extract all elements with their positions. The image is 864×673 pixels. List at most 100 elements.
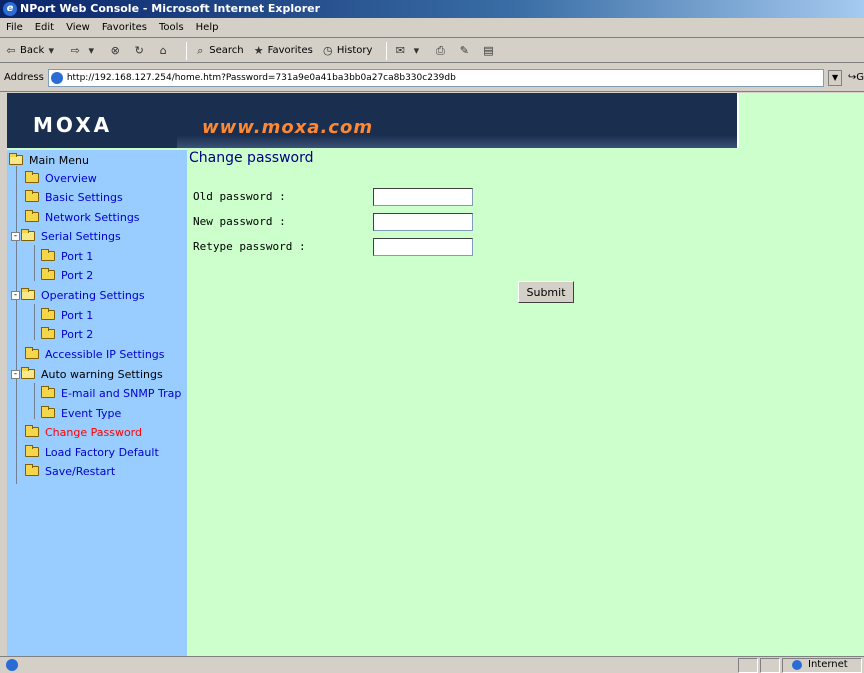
status-bar: Internet	[0, 656, 864, 673]
toolbar-separator	[386, 41, 388, 60]
sidebar-item-label[interactable]: Serial Settings	[41, 230, 121, 243]
sidebar-item-serial-port-2[interactable]: Port 2	[41, 266, 93, 284]
favorites-button[interactable]: ★ Favorites	[252, 44, 313, 58]
folder-icon	[41, 406, 55, 418]
old-password-input[interactable]	[373, 188, 473, 206]
retype-password-input[interactable]	[373, 238, 473, 256]
menu-view[interactable]: View	[66, 22, 90, 33]
search-icon: ⌕	[197, 43, 204, 57]
mail-icon: ✉	[395, 43, 405, 57]
sidebar-item-serial-port-1[interactable]: Port 1	[41, 247, 93, 265]
tree-line	[34, 304, 35, 340]
moxa-logo: MOXA	[33, 113, 113, 137]
back-label: Back	[20, 45, 45, 56]
sidebar-item-operating-port-1[interactable]: Port 1	[41, 306, 93, 324]
discuss-button[interactable]: ▤	[481, 44, 497, 58]
toolbar-separator	[186, 41, 188, 60]
sidebar-item-change-password[interactable]: Change Password	[25, 423, 142, 441]
sidebar-item-basic-settings[interactable]: Basic Settings	[25, 188, 123, 206]
sidebar-item-network-settings[interactable]: Network Settings	[25, 208, 140, 226]
history-button[interactable]: ◷ History	[321, 44, 372, 58]
favorites-icon: ★	[253, 43, 264, 57]
go-button[interactable]: ↪G	[848, 72, 864, 83]
collapse-icon[interactable]: -	[11, 369, 20, 379]
sidebar-item-operating-port-2[interactable]: Port 2	[41, 325, 93, 343]
sidebar-item-label[interactable]: Basic Settings	[45, 191, 123, 204]
sidebar-item-label[interactable]: Port 1	[61, 309, 93, 322]
folder-icon	[25, 210, 39, 222]
menu-favorites[interactable]: Favorites	[102, 22, 147, 33]
address-dropdown-button[interactable]: ▼	[828, 69, 842, 86]
moxa-banner: MOXA www.moxa.com	[7, 93, 737, 148]
address-url: http://192.168.127.254/home.htm?Password…	[66, 72, 456, 83]
sidebar-item-label[interactable]: Accessible IP Settings	[45, 348, 165, 361]
folder-icon	[41, 327, 55, 339]
mail-button[interactable]: ✉ ▾	[393, 44, 425, 58]
address-input[interactable]: http://192.168.127.254/home.htm?Password…	[47, 68, 825, 87]
sidebar-item-label[interactable]: Auto warning Settings	[41, 368, 163, 381]
folder-icon	[41, 308, 55, 320]
print-icon: ⎙	[435, 43, 445, 57]
forward-button[interactable]: ⇨ ▾	[68, 44, 100, 58]
toolbar: ⇦ Back ▾ ⇨ ▾ ⊗ ↻ ⌂ ⌕ Search ★ Favorites …	[0, 39, 864, 63]
internet-globe-icon	[792, 659, 802, 670]
stop-icon: ⊗	[110, 43, 120, 57]
sidebar-item-auto-warning[interactable]: - Auto warning Settings	[11, 365, 163, 383]
search-label: Search	[209, 45, 244, 56]
folder-icon	[25, 190, 39, 202]
window-title-bar: e NPort Web Console - Microsoft Internet…	[0, 0, 864, 18]
menu-help[interactable]: Help	[196, 22, 219, 33]
menu-edit[interactable]: Edit	[35, 22, 54, 33]
sidebar-item-label: Main Menu	[29, 153, 89, 167]
search-button[interactable]: ⌕ Search	[193, 44, 243, 58]
sidebar-item-label[interactable]: Port 2	[61, 328, 93, 341]
sidebar-item-label[interactable]: Change Password	[45, 426, 142, 439]
submit-button[interactable]: Submit	[518, 281, 574, 303]
collapse-icon[interactable]: -	[11, 231, 20, 241]
sidebar-item-label[interactable]: Overview	[45, 172, 97, 185]
sidebar-item-label[interactable]: Port 1	[61, 250, 93, 263]
dropdown-arrow-icon: ▾	[88, 43, 95, 57]
menu-file[interactable]: File	[6, 22, 23, 33]
edit-button[interactable]: ✎	[457, 44, 473, 58]
folder-icon	[25, 347, 39, 359]
sidebar-item-label[interactable]: Event Type	[61, 407, 121, 420]
sidebar-menu: Main Menu Overview Basic Settings Networ…	[7, 150, 187, 656]
status-cell	[738, 658, 758, 673]
sidebar-item-load-factory-default[interactable]: Load Factory Default	[25, 443, 159, 461]
sidebar-item-label[interactable]: Network Settings	[45, 211, 140, 224]
print-button[interactable]: ⎙	[433, 44, 449, 58]
back-arrow-icon: ⇦	[6, 43, 16, 57]
sidebar-item-save-restart[interactable]: Save/Restart	[25, 462, 115, 480]
collapse-icon[interactable]: -	[11, 290, 20, 300]
refresh-button[interactable]: ↻	[132, 44, 148, 58]
sidebar-item-label[interactable]: Port 2	[61, 269, 93, 282]
sidebar-item-label[interactable]: Load Factory Default	[45, 446, 159, 459]
sidebar-item-accessible-ip[interactable]: Accessible IP Settings	[25, 345, 165, 363]
new-password-label: New password :	[193, 215, 286, 228]
home-button[interactable]: ⌂	[156, 44, 172, 58]
sidebar-item-label[interactable]: Save/Restart	[45, 465, 115, 478]
stop-button[interactable]: ⊗	[108, 44, 124, 58]
sidebar-item-main-menu: Main Menu	[9, 151, 89, 169]
sidebar-item-operating-settings[interactable]: - Operating Settings	[11, 286, 145, 304]
folder-open-icon	[9, 153, 23, 165]
menu-bar: File Edit View Favorites Tools Help	[0, 18, 864, 38]
old-password-row: Old password :	[193, 188, 473, 206]
back-button[interactable]: ⇦ Back ▾	[4, 44, 60, 58]
retype-password-row: Retype password :	[193, 238, 473, 256]
sidebar-item-overview[interactable]: Overview	[25, 169, 97, 187]
sidebar-item-label[interactable]: Operating Settings	[41, 289, 145, 302]
folder-icon	[41, 249, 55, 261]
menu-tools[interactable]: Tools	[159, 22, 184, 33]
sidebar-item-email-snmp[interactable]: E-mail and SNMP Trap	[41, 384, 181, 402]
sidebar-item-event-type[interactable]: Event Type	[41, 404, 121, 422]
favorites-label: Favorites	[267, 45, 313, 56]
sidebar-item-serial-settings[interactable]: - Serial Settings	[11, 227, 121, 245]
new-password-input[interactable]	[373, 213, 473, 231]
folder-icon	[25, 425, 39, 437]
folder-open-icon	[21, 229, 35, 241]
sidebar-item-label[interactable]: E-mail and SNMP Trap	[61, 387, 181, 400]
folder-open-icon	[21, 367, 35, 379]
folder-icon	[41, 268, 55, 280]
